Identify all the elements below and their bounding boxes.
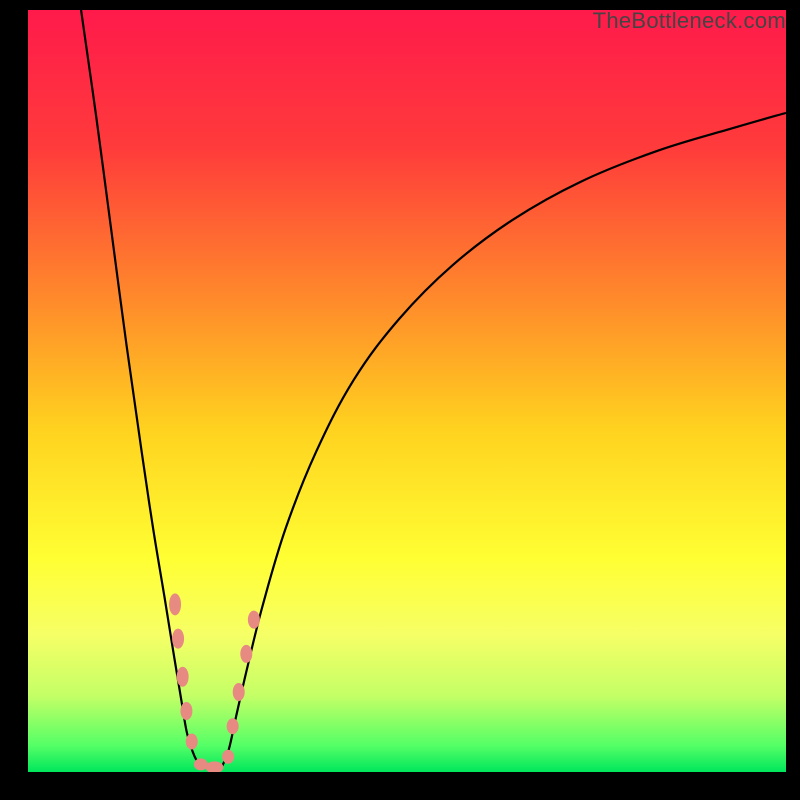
data-point [240,645,252,663]
data-point [233,683,245,701]
data-point [186,734,198,750]
data-point [169,593,181,615]
data-point [180,702,192,720]
data-point [227,718,239,734]
data-point [248,611,260,629]
chart-svg [28,10,786,772]
data-point [222,750,234,764]
chart-background [28,10,786,772]
data-point [177,667,189,687]
chart-plot-area [28,10,786,772]
chart-frame: TheBottleneck.com [0,0,800,800]
data-point [172,629,184,649]
